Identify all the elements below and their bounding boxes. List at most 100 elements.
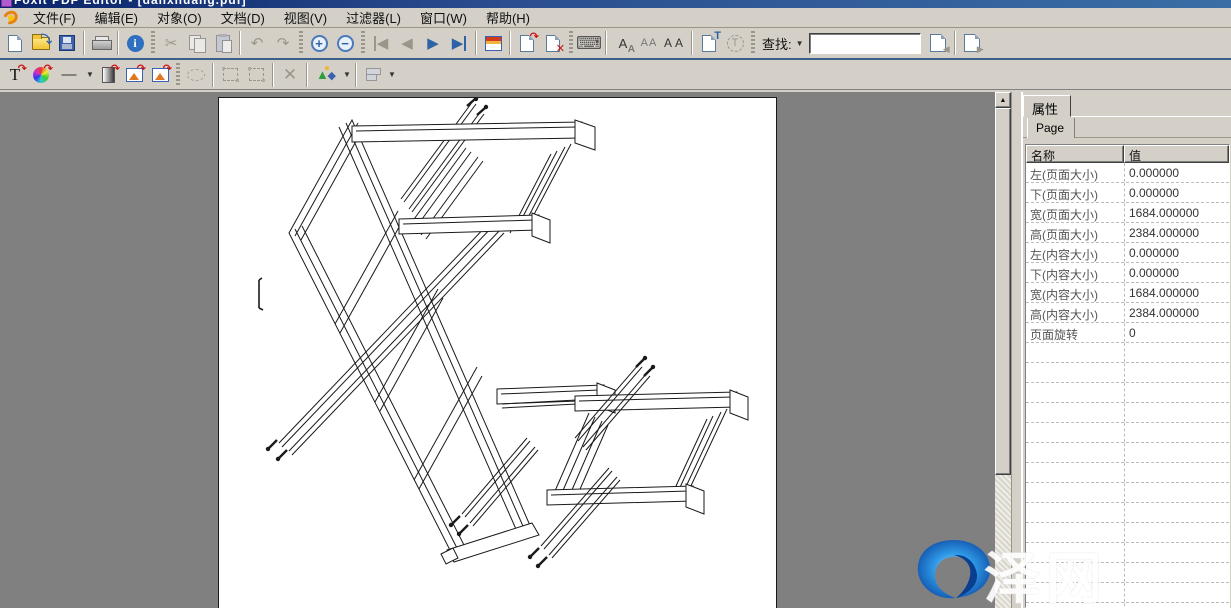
table-row[interactable]: 宽(内容大小) 1684.000000	[1026, 283, 1229, 303]
table-row[interactable]: 宽(页面大小) 1684.000000	[1026, 203, 1229, 223]
toolbar-drag-handle[interactable]	[299, 31, 303, 55]
align-objects-button[interactable]	[360, 62, 386, 88]
table-row[interactable]: 左(页面大小) 0.000000	[1026, 163, 1229, 183]
menu-view[interactable]: 视图(V)	[277, 6, 334, 29]
char-spacing-button[interactable]: AA	[662, 30, 688, 56]
add-text-button[interactable]: T	[696, 30, 722, 56]
menu-file[interactable]: 文件(F)	[26, 6, 83, 29]
title-bar: Foxit PDF Editor - [danxhuang.pdf]	[0, 0, 1231, 8]
scrollbar-thumb[interactable]	[995, 108, 1011, 475]
document-canvas[interactable]	[0, 92, 995, 608]
page-thumbnails-icon	[485, 36, 502, 51]
align-dropdown[interactable]: ▼	[386, 64, 397, 86]
paste-button[interactable]	[210, 30, 236, 56]
zoom-out-button[interactable]: −	[332, 30, 358, 56]
next-page-button[interactable]: ▶	[420, 30, 446, 56]
char-narrow-button[interactable]: AA	[636, 30, 662, 56]
table-row[interactable]: 下(内容大小) 0.000000	[1026, 263, 1229, 283]
open-folder-icon: ⤵	[32, 37, 50, 50]
line-tool-dropdown[interactable]: ▼	[84, 64, 95, 86]
table-row[interactable]: 左(内容大小) 0.000000	[1026, 243, 1229, 263]
toolbar-drag-handle[interactable]	[751, 31, 755, 55]
insert-shapes-button[interactable]: ▲ ● ◆	[311, 62, 341, 88]
toolbar-objects: T↷ ↷ — ▼ ↷ ↷ ↷ ✕ ▲ ● ◆ ▼ ▼	[0, 60, 1231, 90]
cut-button[interactable]: ✂	[158, 30, 184, 56]
shapes-dropdown[interactable]: ▼	[341, 64, 352, 86]
print-button[interactable]	[88, 30, 114, 56]
empty-row	[1026, 603, 1229, 608]
zoom-in-button[interactable]: +	[306, 30, 332, 56]
toolbar-drag-handle[interactable]	[569, 31, 573, 55]
add-image-button[interactable]: ↷	[147, 62, 173, 88]
rotate-right-object-button[interactable]	[243, 62, 269, 88]
redo-button[interactable]: ↷	[270, 30, 296, 56]
prev-page-button[interactable]: ◀	[394, 30, 420, 56]
text-circle-icon: T	[727, 35, 744, 52]
toolbar-drag-handle[interactable]	[151, 31, 155, 55]
save-button[interactable]	[54, 30, 80, 56]
tab-properties[interactable]: 属性	[1023, 95, 1071, 117]
last-page-button[interactable]: ▶	[446, 30, 472, 56]
delete-object-button[interactable]: ✕	[277, 62, 303, 88]
add-text-object-button[interactable]: T↷	[2, 62, 28, 88]
document-info-button[interactable]: i	[122, 30, 148, 56]
empty-row	[1026, 463, 1229, 483]
rotate-left-object-button[interactable]	[217, 62, 243, 88]
chevron-down-icon: ▼	[796, 39, 804, 48]
menu-filter[interactable]: 过滤器(L)	[339, 6, 408, 29]
keyboard-button[interactable]: ⌨	[576, 30, 602, 56]
menu-document[interactable]: 文档(D)	[214, 6, 272, 29]
page-thumbnails-button[interactable]	[480, 30, 506, 56]
table-row[interactable]: 页面旋转 0	[1026, 323, 1229, 343]
pdf-page[interactable]	[218, 97, 777, 608]
line-tool-button[interactable]: —	[54, 62, 84, 88]
copy-icon	[189, 35, 205, 51]
edit-path-button[interactable]	[183, 62, 209, 88]
find-next-button[interactable]: ▶	[959, 30, 985, 56]
rotate-page-button[interactable]: ↷	[514, 30, 540, 56]
prop-name: 高(页面大小)	[1026, 223, 1124, 242]
add-shading-button[interactable]: ↷	[95, 62, 121, 88]
find-previous-button[interactable]: ◀	[925, 30, 951, 56]
menu-window[interactable]: 窗口(W)	[413, 6, 474, 29]
tab-page[interactable]: Page	[1027, 118, 1075, 138]
empty-row	[1026, 403, 1229, 423]
table-row[interactable]: 下(页面大小) 0.000000	[1026, 183, 1229, 203]
menu-edit[interactable]: 编辑(E)	[88, 6, 145, 29]
find-dropdown-button[interactable]: ▼	[794, 32, 805, 54]
toolbar-drag-handle[interactable]	[361, 31, 365, 55]
edit-image-button[interactable]: ↷	[121, 62, 147, 88]
last-page-icon: ▶	[452, 36, 467, 51]
prop-name: 左(内容大小)	[1026, 243, 1124, 262]
find-input[interactable]	[809, 33, 921, 54]
table-row[interactable]: 高(页面大小) 2384.000000	[1026, 223, 1229, 243]
copy-button[interactable]	[184, 30, 210, 56]
vertical-scrollbar[interactable]: ▲	[995, 92, 1011, 608]
font-replace-button[interactable]: AA	[610, 30, 636, 56]
column-header-name[interactable]: 名称	[1026, 145, 1124, 163]
open-button[interactable]: ⤵	[28, 30, 54, 56]
menu-object[interactable]: 对象(O)	[150, 6, 209, 29]
prop-name: 宽(页面大小)	[1026, 203, 1124, 222]
text-circle-button[interactable]: T	[722, 30, 748, 56]
panel-splitter[interactable]	[1011, 92, 1022, 608]
cad-drawing	[219, 98, 777, 608]
table-row[interactable]: 高(内容大小) 2384.000000	[1026, 303, 1229, 323]
undo-button[interactable]: ↶	[244, 30, 270, 56]
transform-right-icon	[249, 68, 264, 81]
first-page-button[interactable]: ◀	[368, 30, 394, 56]
prop-value: 0.000000	[1124, 163, 1229, 182]
menu-help[interactable]: 帮助(H)	[479, 6, 537, 29]
scroll-up-button[interactable]: ▲	[995, 92, 1011, 108]
app-icon	[1, 0, 12, 7]
new-document-button[interactable]	[2, 30, 28, 56]
empty-row	[1026, 483, 1229, 503]
add-color-object-button[interactable]: ↷	[28, 62, 54, 88]
delete-page-button[interactable]: ✕	[540, 30, 566, 56]
empty-row	[1026, 563, 1229, 583]
paste-icon	[216, 35, 230, 52]
toolbar-drag-handle[interactable]	[176, 63, 180, 87]
column-header-value[interactable]: 值	[1124, 145, 1229, 163]
chevron-down-icon: ▼	[343, 70, 351, 79]
empty-row	[1026, 343, 1229, 363]
